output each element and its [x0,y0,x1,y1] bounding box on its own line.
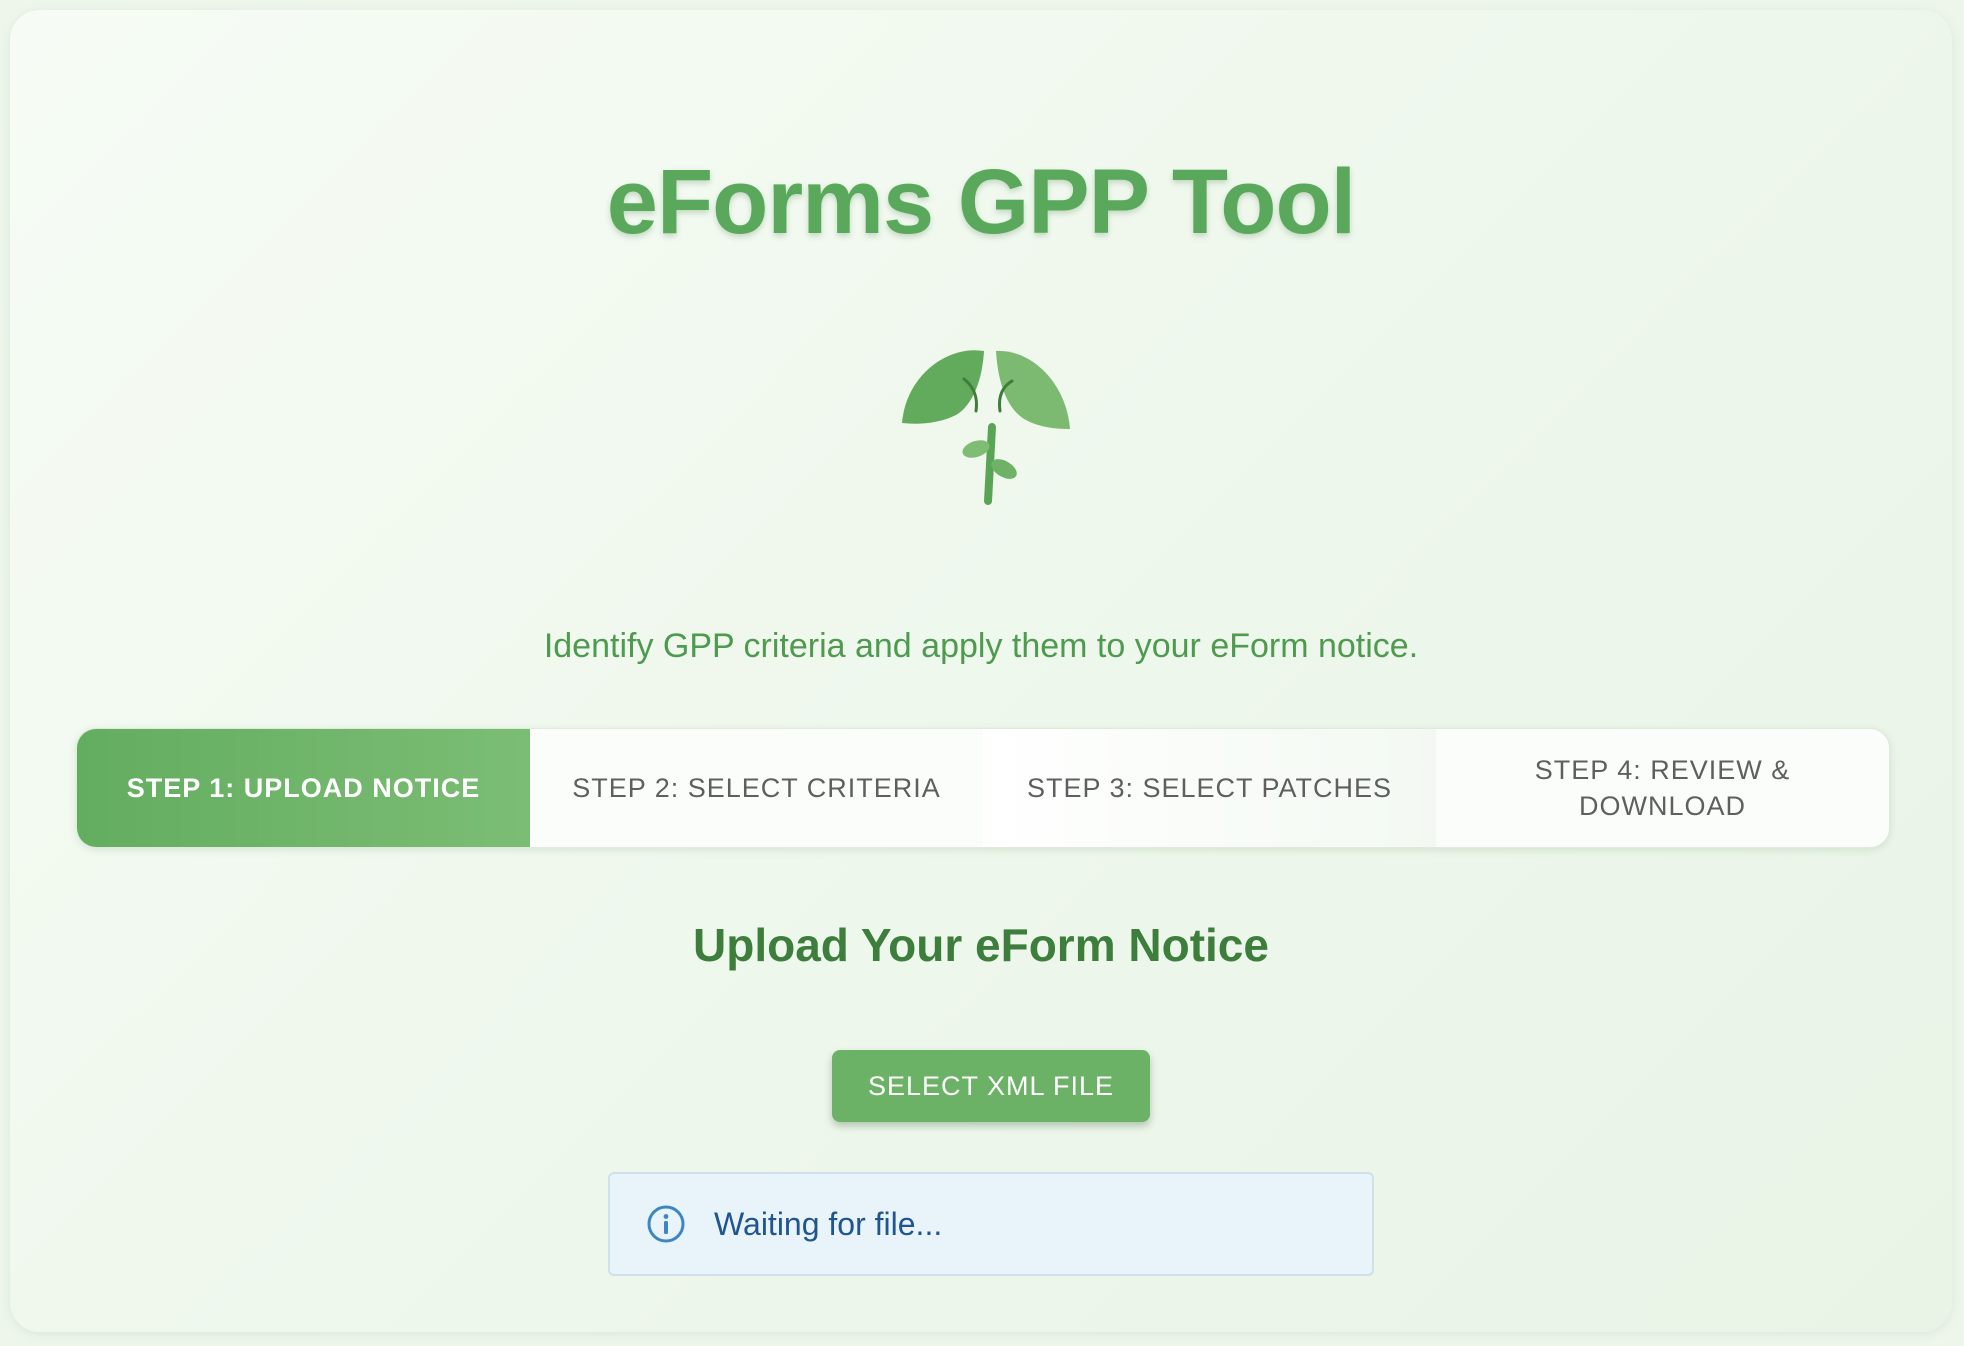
app-title: eForms GPP Tool [606,151,1356,253]
tab-step-1-upload-notice[interactable]: STEP 1: UPLOAD NOTICE [77,729,530,847]
app-container: eForms GPP Tool Identify GPP criteria an… [10,10,1952,1332]
tab-step-3-select-patches[interactable]: STEP 3: SELECT PATCHES [983,729,1436,847]
tab-step-4-review-download[interactable]: STEP 4: REVIEW & DOWNLOAD [1436,729,1889,847]
info-icon [647,1205,685,1243]
app-subtitle: Identify GPP criteria and apply them to … [543,627,1419,665]
sprout-logo-icon [902,350,1070,505]
section-title: Upload Your eForm Notice [693,919,1269,971]
status-alert: Waiting for file... [608,1172,1374,1276]
step-tabs: STEP 1: UPLOAD NOTICE STEP 2: SELECT CRI… [76,728,1890,848]
select-xml-file-button[interactable]: SELECT XML FILE [832,1050,1150,1122]
tab-step-2-select-criteria[interactable]: STEP 2: SELECT CRITERIA [530,729,983,847]
status-text: Waiting for file... [714,1205,943,1242]
